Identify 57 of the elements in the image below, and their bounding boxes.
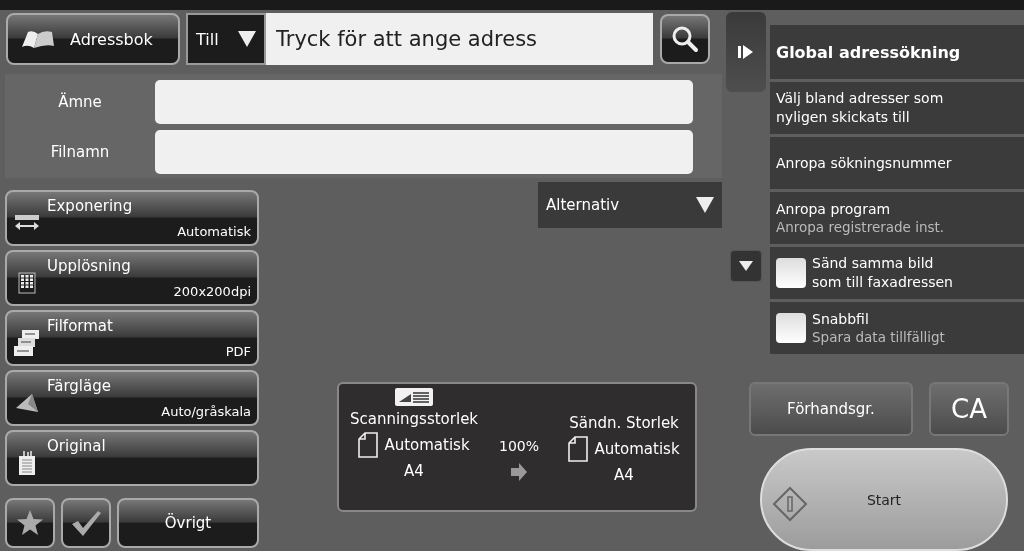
- send-size-label: Sändn. Storlek: [569, 414, 679, 432]
- scan-size-value: Automatisk: [384, 436, 470, 454]
- clear-all-button[interactable]: CA: [929, 382, 1009, 436]
- send-size-value: Automatisk: [594, 440, 680, 458]
- item-description: Spara data tillfälligt: [812, 329, 945, 345]
- sidebar-item[interactable]: Global adressökning: [770, 25, 1024, 79]
- field-label: Filnamn: [49, 143, 111, 161]
- arrow-icon: [510, 462, 528, 482]
- document-icon: [18, 450, 36, 476]
- scroll-down-button[interactable]: [730, 250, 762, 282]
- cone-icon: [14, 392, 40, 414]
- expand-icon: [738, 45, 754, 59]
- scan-paper-size: A4: [404, 462, 424, 480]
- sidebar-item[interactable]: Anropa sökningsnummer: [770, 137, 1024, 189]
- recipient-type-dropdown[interactable]: Till: [186, 13, 266, 65]
- search-button[interactable]: [660, 14, 710, 64]
- checkbox[interactable]: [776, 313, 806, 343]
- confirm-button[interactable]: [61, 498, 111, 548]
- arrows-icon: [14, 215, 40, 231]
- item-description: Anropa registrerade inst.: [776, 219, 945, 235]
- star-icon: [16, 509, 44, 537]
- field-label: Ämne: [57, 93, 103, 111]
- other-button[interactable]: Övrigt: [117, 498, 259, 548]
- favorite-button[interactable]: [5, 498, 55, 548]
- send-paper-size: A4: [614, 466, 634, 484]
- start-icon: [772, 486, 808, 522]
- start-button[interactable]: Start: [760, 448, 1008, 551]
- address-book-button[interactable]: Adressbok: [6, 13, 180, 65]
- caret-icon: [696, 197, 714, 213]
- item-label: Snabbfil: [812, 311, 870, 327]
- page-icon: [358, 432, 379, 458]
- sidebar-toggle[interactable]: [726, 12, 766, 92]
- search-icon: [671, 25, 699, 53]
- sidebar-item[interactable]: Välj bland adresser som nyligen skickats till: [770, 82, 1024, 134]
- scan-size-label: Scanningsstorlek: [349, 410, 479, 428]
- check-icon: [70, 509, 102, 537]
- setting-button[interactable]: Färgläge Auto/gråskala: [5, 370, 259, 426]
- options-dropdown[interactable]: Alternativ: [538, 182, 722, 228]
- item-label: Anropa program: [776, 201, 892, 217]
- preview-button[interactable]: Förhandsgr.: [749, 382, 913, 436]
- address-field[interactable]: Tryck för att ange adress: [266, 13, 653, 65]
- input-field[interactable]: [155, 80, 693, 124]
- caret-icon: [739, 261, 753, 271]
- setting-button[interactable]: Original: [5, 430, 259, 486]
- setting-button[interactable]: Filformat PDF: [5, 310, 259, 366]
- file-format-icon: [14, 329, 40, 357]
- ratio-text: 100%: [499, 438, 539, 454]
- setting-button[interactable]: Exponering Automatisk: [5, 190, 259, 246]
- grid-icon: [18, 272, 36, 294]
- item-label: Sänd samma bild som till faxadressen: [812, 254, 954, 292]
- input-field[interactable]: [155, 130, 693, 174]
- scanner-icon: [395, 388, 433, 406]
- setting-button[interactable]: Upplösning 200x200dpi: [5, 250, 259, 306]
- page-icon: [568, 436, 589, 462]
- sidebar-item[interactable]: Anropa program Anropa registrerade inst.: [770, 192, 1024, 244]
- checkbox[interactable]: [776, 258, 806, 288]
- book-icon: [20, 29, 56, 49]
